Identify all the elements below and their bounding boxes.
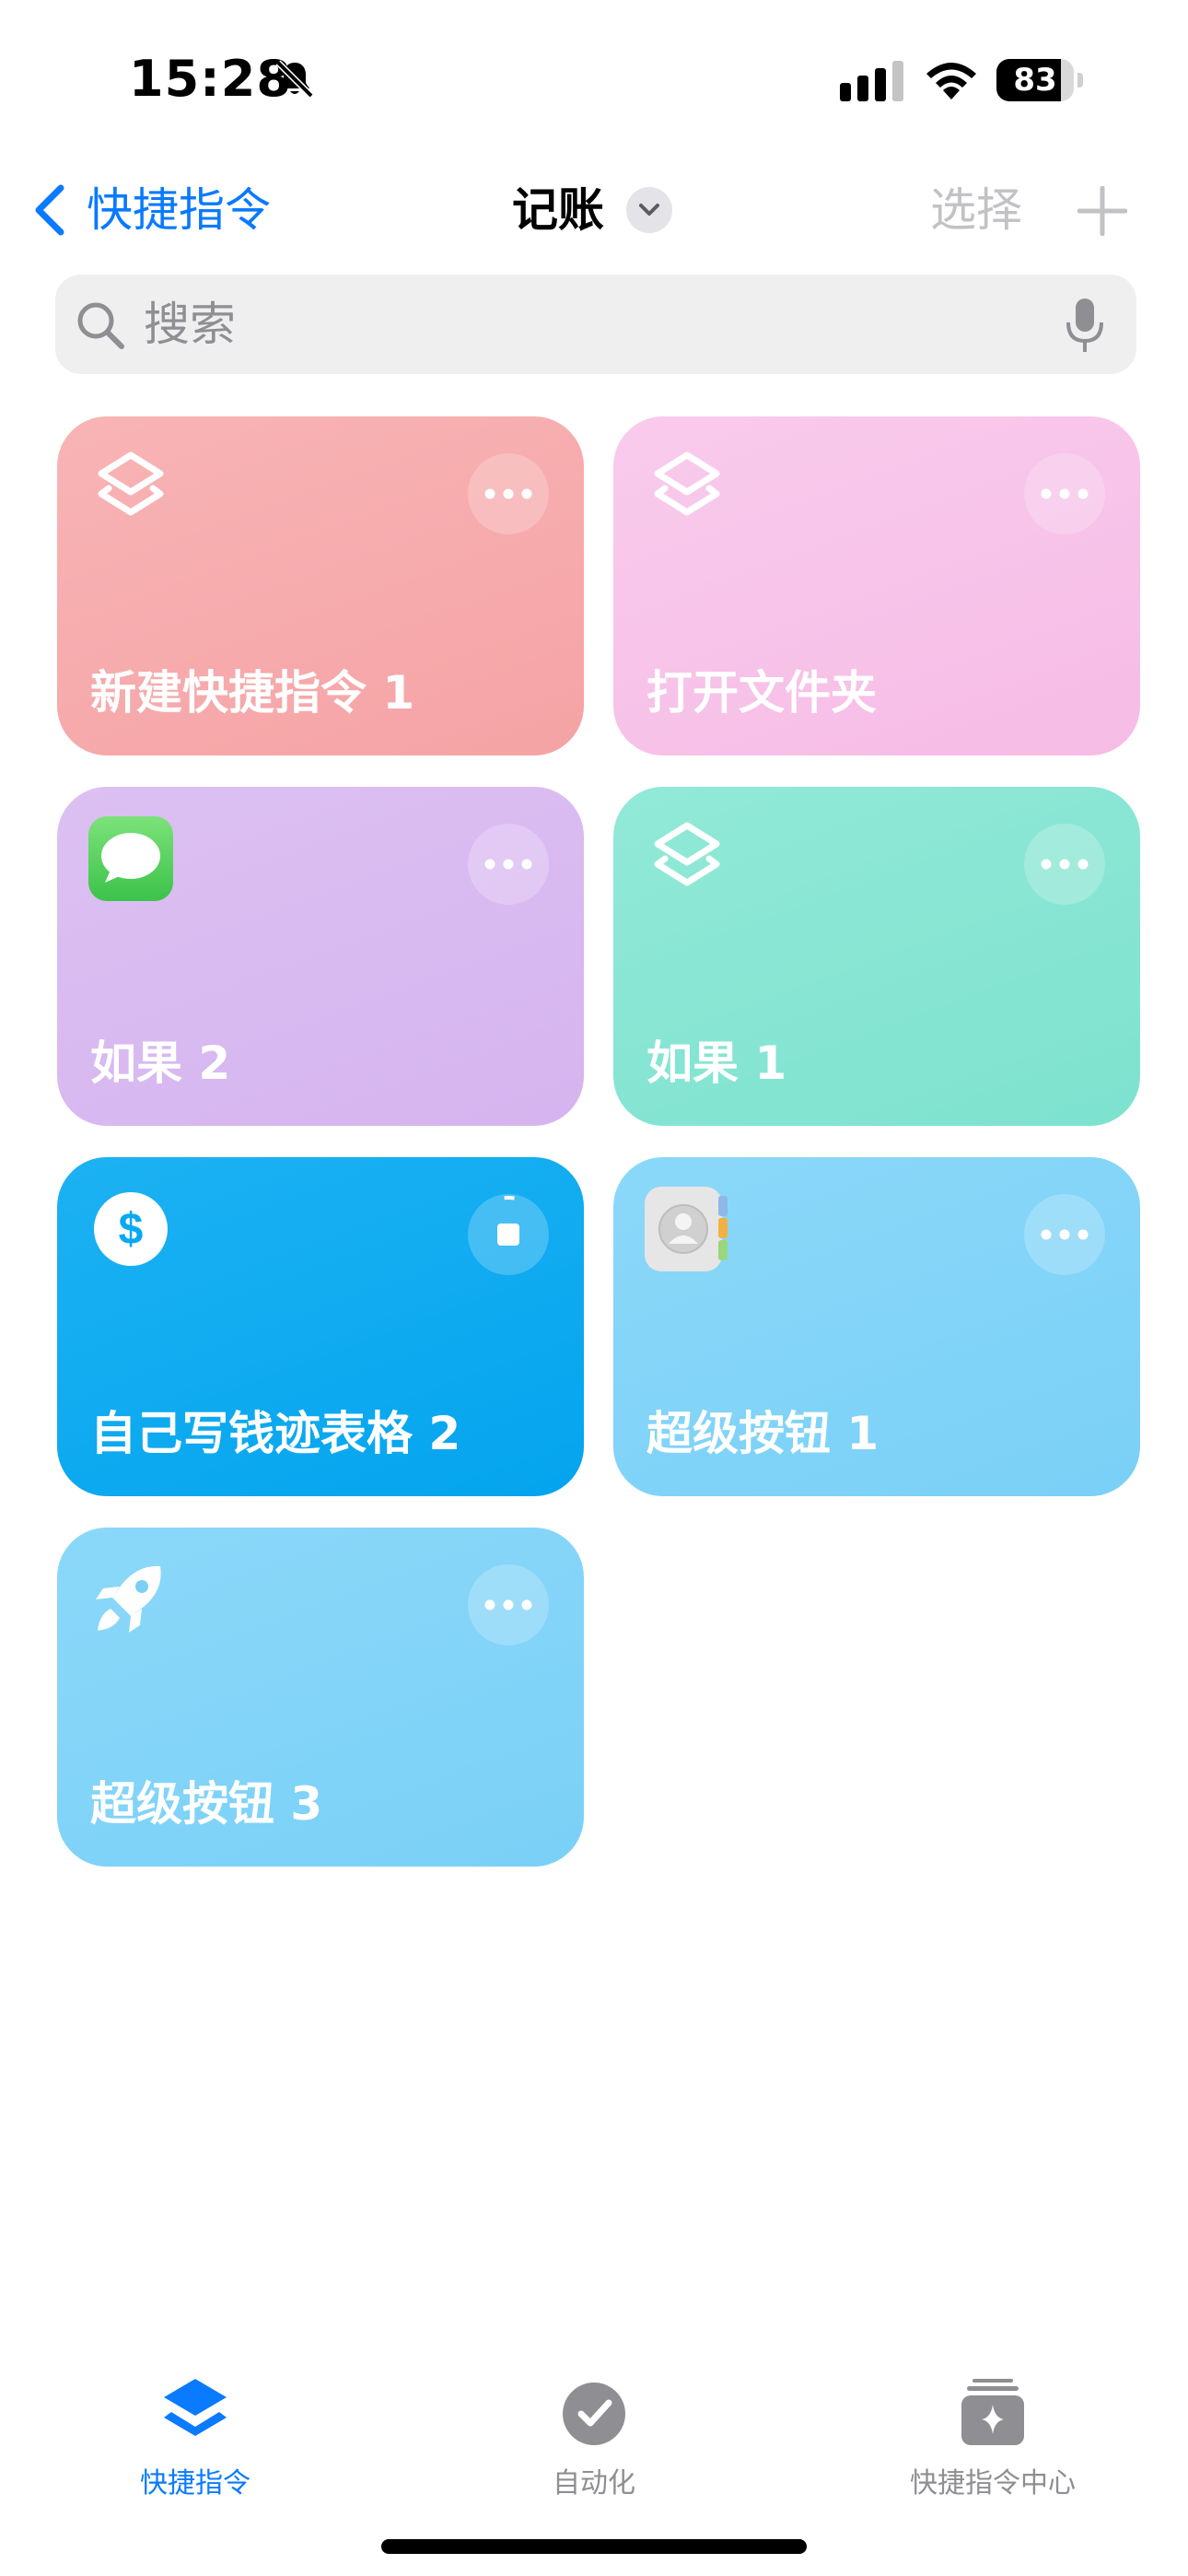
shortcut-title: 超级按钮 3 (90, 1777, 323, 1831)
more-options-button[interactable] (468, 453, 549, 534)
battery-body: 83 (996, 59, 1074, 101)
ellipsis-icon (1041, 859, 1089, 870)
tab-label: 自动化 (553, 2467, 635, 2500)
ellipsis-icon (484, 1599, 532, 1610)
shortcut-card[interactable]: 超级按钮 3 (57, 1528, 584, 1867)
shortcut-title: 超级按钮 1 (646, 1407, 879, 1460)
dollar-icon: $ (94, 1192, 168, 1266)
ellipsis-icon (484, 859, 532, 870)
battery-indicator: 83 (996, 59, 1089, 101)
ellipsis-icon (1041, 1229, 1089, 1240)
tab-label: 快捷指令中心 (910, 2467, 1076, 2500)
shortcut-card[interactable]: 新建快捷指令 1 (57, 416, 584, 755)
shortcut-card[interactable]: $ 自己写钱迹表格 2 (57, 1157, 584, 1496)
search-input[interactable] (144, 275, 1009, 374)
add-shortcut-plus-icon[interactable] (1077, 186, 1127, 236)
shortcut-card[interactable]: 超级按钮 1 (613, 1157, 1140, 1496)
microphone-icon[interactable] (1065, 297, 1105, 354)
more-options-button[interactable] (468, 1564, 549, 1645)
shortcut-title: 如果 2 (90, 1036, 231, 1090)
shortcut-card[interactable]: 打开文件夹 (613, 416, 1140, 755)
shortcut-card[interactable]: 如果 2 (57, 787, 584, 1126)
shortcuts-layers-icon (654, 822, 720, 886)
more-options-button[interactable] (1024, 824, 1105, 905)
cellular-signal-icon (840, 61, 903, 101)
back-chevron-icon (35, 184, 64, 236)
tab-gallery[interactable]: 快捷指令中心 (855, 2377, 1131, 2506)
folder-title: 记账 (512, 183, 604, 237)
shortcuts-folder-screen: 15:28 83 快捷指令 记账 选择 搜索 新建快捷指令 1 打开文件夹 如果… (0, 0, 1188, 2576)
tab-label: 快捷指令 (140, 2467, 250, 2500)
tab-shortcuts[interactable]: 快捷指令 (57, 2377, 333, 2506)
search-bar[interactable] (55, 275, 1136, 374)
battery-cap (1077, 73, 1083, 88)
messages-app-icon (88, 816, 173, 901)
home-indicator[interactable] (381, 2539, 807, 2554)
more-options-button[interactable] (1024, 1194, 1105, 1275)
select-button[interactable]: 选择 (930, 175, 1022, 245)
wifi-icon (926, 63, 976, 100)
more-options-button[interactable] (468, 824, 549, 905)
status-time: 15:28 (129, 50, 292, 108)
shortcuts-tab-icon (164, 2379, 227, 2436)
contacts-app-icon (645, 1187, 728, 1271)
folder-title-menu[interactable]: 记账 (512, 175, 672, 245)
shortcuts-layers-icon (98, 451, 164, 516)
tab-automation[interactable]: 自动化 (456, 2377, 732, 2506)
back-button[interactable]: 快捷指令 (31, 175, 271, 245)
stop-running-button[interactable] (468, 1194, 549, 1275)
gallery-tab-icon (961, 2379, 1024, 2445)
shortcut-title: 如果 1 (646, 1036, 787, 1090)
battery-level: 83 (1013, 62, 1057, 99)
more-options-button[interactable] (1024, 453, 1105, 534)
shortcut-title: 新建快捷指令 1 (90, 666, 415, 720)
svg-text:$: $ (119, 1205, 144, 1254)
search-icon (77, 302, 124, 349)
automation-tab-icon (563, 2383, 625, 2445)
back-button-label: 快捷指令 (87, 183, 271, 237)
ellipsis-icon (484, 488, 532, 499)
bell-muted-icon (275, 60, 314, 99)
shortcut-title: 自己写钱迹表格 2 (90, 1407, 461, 1460)
shortcut-card[interactable]: 如果 1 (613, 787, 1140, 1126)
chevron-down-icon (626, 187, 672, 233)
rocket-icon (96, 1565, 161, 1633)
shortcuts-layers-icon (654, 451, 720, 516)
ellipsis-icon (1041, 488, 1089, 499)
stop-progress-icon (470, 1196, 547, 1273)
shortcut-title: 打开文件夹 (646, 666, 877, 720)
